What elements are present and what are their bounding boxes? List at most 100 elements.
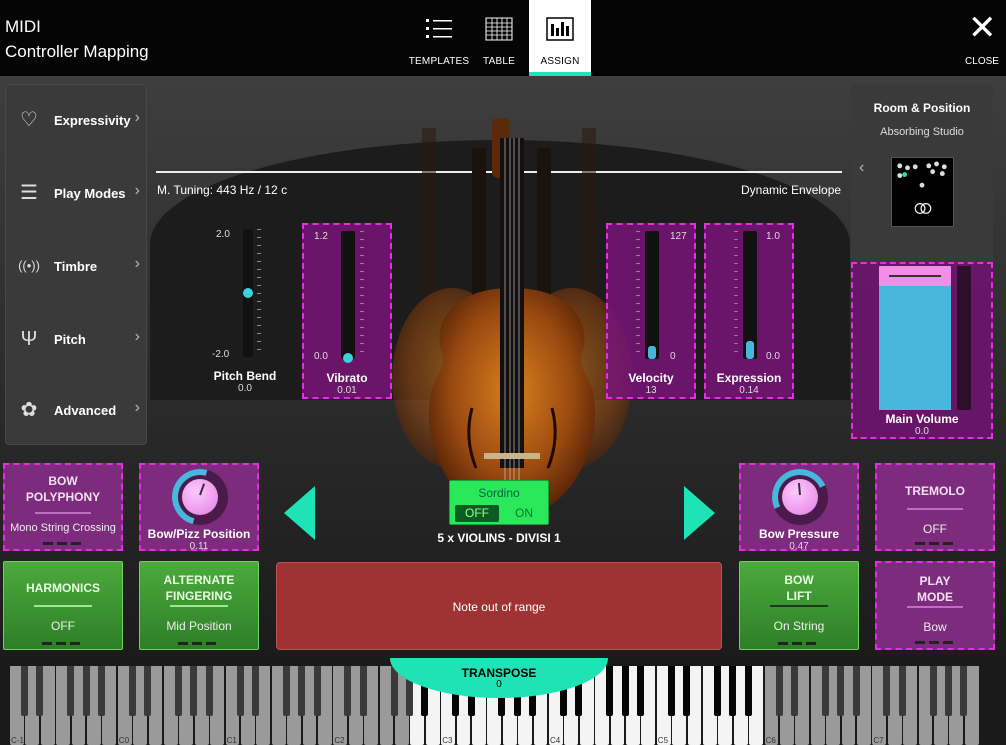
tile-title: BOW POLYPHONY bbox=[5, 473, 121, 505]
black-key[interactable] bbox=[251, 666, 259, 716]
black-key[interactable] bbox=[174, 666, 182, 716]
tile-title-line1: BOW bbox=[784, 573, 814, 587]
black-key[interactable] bbox=[67, 666, 75, 716]
fader-fill bbox=[746, 341, 754, 359]
black-key[interactable] bbox=[298, 666, 306, 716]
black-key[interactable] bbox=[775, 666, 783, 716]
expression-fader[interactable]: 1.0 0.0 Expression 0.14 bbox=[704, 223, 794, 399]
black-key[interactable] bbox=[683, 666, 691, 716]
sidebar-item-expressivity[interactable]: ♡ Expressivity › bbox=[6, 85, 148, 157]
tremolo-tile[interactable]: TREMOLO OFF bbox=[875, 463, 995, 551]
fader-handle[interactable] bbox=[243, 288, 253, 298]
main-volume-fader[interactable]: Main Volume 0.0 bbox=[851, 262, 993, 439]
black-key[interactable] bbox=[821, 666, 829, 716]
black-key[interactable] bbox=[190, 666, 198, 716]
black-key[interactable] bbox=[636, 666, 644, 716]
volume-handle[interactable] bbox=[879, 266, 951, 286]
pitch-bend-fader[interactable]: 2.0 -2.0 Pitch Bend 0.0 bbox=[200, 223, 290, 399]
tile-value: OFF bbox=[923, 522, 947, 536]
fader-handle[interactable] bbox=[343, 352, 353, 363]
sordino-title: Sordino bbox=[478, 486, 520, 500]
black-key[interactable] bbox=[944, 666, 952, 716]
velocity-fader[interactable]: 127 0 Velocity 13 bbox=[606, 223, 696, 399]
octave-label: C2 bbox=[334, 736, 345, 745]
fader-min: 0 bbox=[670, 351, 676, 362]
tile-title: ALTERNATE FINGERING bbox=[140, 572, 258, 604]
black-key[interactable] bbox=[883, 666, 891, 716]
next-instrument-arrow[interactable] bbox=[684, 486, 715, 540]
knob-name: Bow/Pizz Position bbox=[147, 527, 251, 541]
tile-value: Mono String Crossing bbox=[10, 522, 116, 534]
tab-assign[interactable]: ASSIGN bbox=[529, 0, 591, 76]
black-key[interactable] bbox=[144, 666, 152, 716]
tile-value: Mid Position bbox=[166, 619, 232, 633]
black-key[interactable] bbox=[837, 666, 845, 716]
sidebar-item-label: Expressivity bbox=[54, 113, 131, 128]
fader-name: Expression bbox=[716, 371, 782, 385]
sordino-toggle[interactable]: Sordino OFF ON bbox=[449, 480, 549, 525]
transpose-value: 0 bbox=[496, 679, 502, 690]
room-position-panel[interactable]: Room & Position Absorbing Studio ‹ bbox=[851, 84, 993, 264]
black-key[interactable] bbox=[713, 666, 721, 716]
fader-name: Main Volume bbox=[885, 412, 959, 426]
harmonics-tile[interactable]: HARMONICS OFF bbox=[3, 561, 123, 650]
previous-instrument-arrow[interactable] bbox=[284, 486, 315, 540]
alternate-fingering-tile[interactable]: ALTERNATE FINGERING Mid Position bbox=[139, 561, 259, 650]
tuning-fork-icon: Ψ bbox=[20, 328, 38, 350]
tile-title-line2: POLYPHONY bbox=[25, 490, 101, 504]
black-key[interactable] bbox=[128, 666, 136, 716]
tuning-readout[interactable]: M. Tuning: 443 Hz / 12 c bbox=[157, 183, 287, 197]
black-key[interactable] bbox=[729, 666, 737, 716]
sordino-on-option[interactable]: ON bbox=[504, 505, 544, 522]
black-key[interactable] bbox=[313, 666, 321, 716]
black-key[interactable] bbox=[344, 666, 352, 716]
tile-divider bbox=[170, 605, 228, 607]
chevron-left-icon[interactable]: ‹ bbox=[859, 159, 864, 177]
close-icon: ✕ bbox=[968, 9, 997, 47]
list-icon bbox=[426, 19, 452, 38]
black-key[interactable] bbox=[667, 666, 675, 716]
black-key[interactable] bbox=[621, 666, 629, 716]
black-key[interactable] bbox=[359, 666, 367, 716]
tile-indicator bbox=[915, 542, 957, 545]
transpose-label: TRANSPOSE bbox=[461, 666, 537, 680]
close-button[interactable]: ✕ CLOSE bbox=[960, 0, 1004, 76]
black-key[interactable] bbox=[929, 666, 937, 716]
black-key[interactable] bbox=[97, 666, 105, 716]
tile-indicator bbox=[778, 642, 820, 645]
bow-lift-tile[interactable]: BOW LIFT On String bbox=[739, 561, 859, 650]
fader-ticks bbox=[257, 229, 261, 357]
vibrato-fader[interactable]: 1.2 0.0 Vibrato 0.01 bbox=[302, 223, 392, 399]
octave-label: C6 bbox=[765, 736, 776, 745]
dynamic-envelope-link[interactable]: Dynamic Envelope bbox=[741, 183, 841, 197]
black-key[interactable] bbox=[282, 666, 290, 716]
bow-polyphony-tile[interactable]: BOW POLYPHONY Mono String Crossing bbox=[3, 463, 123, 551]
black-key[interactable] bbox=[20, 666, 28, 716]
sidebar-item-pitch[interactable]: Ψ Pitch › bbox=[6, 304, 148, 376]
black-key[interactable] bbox=[744, 666, 752, 716]
black-key[interactable] bbox=[898, 666, 906, 716]
chevron-right-icon: › bbox=[134, 399, 140, 416]
sordino-off-option[interactable]: OFF bbox=[455, 505, 499, 522]
sidebar-item-play-modes[interactable]: ☰ Play Modes › bbox=[6, 158, 148, 230]
sidebar-item-label: Play Modes bbox=[54, 186, 126, 201]
sidebar-item-timbre[interactable]: ((•)) Timbre › bbox=[6, 231, 148, 303]
black-key[interactable] bbox=[82, 666, 90, 716]
black-key[interactable] bbox=[960, 666, 968, 716]
black-key[interactable] bbox=[205, 666, 213, 716]
tab-templates[interactable]: TEMPLATES bbox=[408, 0, 470, 76]
chevron-right-icon: › bbox=[134, 109, 140, 126]
close-label: CLOSE bbox=[965, 56, 999, 67]
black-key[interactable] bbox=[790, 666, 798, 716]
tab-table[interactable]: TABLE bbox=[468, 0, 530, 76]
black-key[interactable] bbox=[36, 666, 44, 716]
bow-pizz-position-knob[interactable]: Bow/Pizz Position 0.11 bbox=[139, 458, 259, 552]
tile-indicator bbox=[42, 642, 84, 645]
black-key[interactable] bbox=[236, 666, 244, 716]
tile-title: PLAY MODE bbox=[877, 573, 993, 605]
tile-indicator bbox=[915, 641, 957, 644]
bow-pressure-knob[interactable]: Bow Pressure 0.47 bbox=[739, 461, 859, 552]
black-key[interactable] bbox=[852, 666, 860, 716]
play-mode-tile[interactable]: PLAY MODE Bow bbox=[875, 561, 995, 650]
sidebar-item-advanced[interactable]: ✿ Advanced › bbox=[6, 375, 148, 447]
